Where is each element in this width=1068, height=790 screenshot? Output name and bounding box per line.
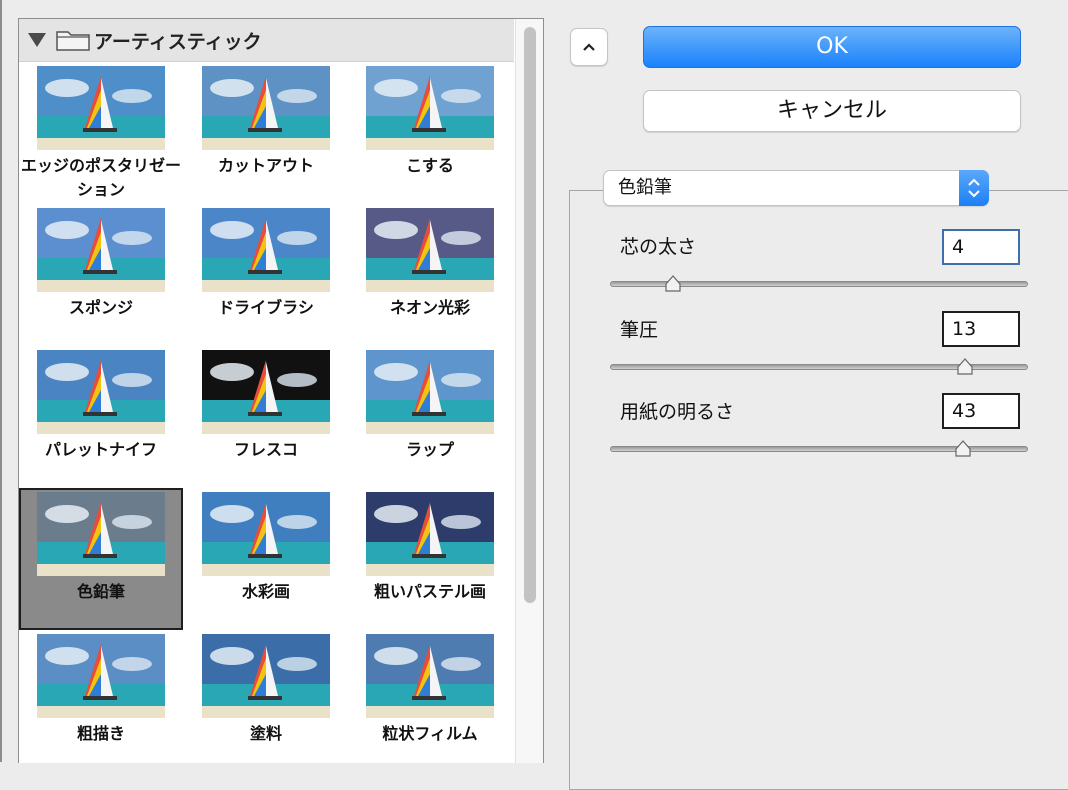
select-arrows-icon (968, 178, 980, 198)
pressure-input[interactable]: 13 (942, 311, 1020, 347)
filter-tile-label: ラップ (405, 440, 454, 459)
pressure-label: 筆圧 (620, 319, 659, 341)
filter-thumbnail-icon (202, 634, 330, 718)
gallery-scrollbar[interactable] (515, 19, 543, 763)
filter-tile-label: 水彩画 (241, 582, 290, 601)
filter-tile[interactable]: フレスコ (184, 346, 348, 488)
filter-tile[interactable]: 粗描き (19, 630, 183, 763)
filter-tile-label: 粒状フィルム (382, 724, 478, 743)
filter-tile-label: 塗料 (249, 724, 282, 743)
disclosure-triangle-icon[interactable] (28, 33, 46, 47)
filter-tile[interactable]: エッジのポスタリゼーション (19, 62, 183, 204)
filter-tile-label: カットアウト (217, 156, 314, 175)
filter-settings-group (569, 190, 1068, 790)
filter-thumbnail-icon (37, 350, 165, 434)
category-label: アーティスティック (94, 30, 262, 53)
filter-tile-label: ドライブラシ (218, 298, 314, 317)
select-stepper[interactable] (959, 170, 989, 206)
filter-tile[interactable]: 色鉛筆 (19, 488, 183, 630)
filter-tile[interactable]: 水彩画 (184, 488, 348, 630)
filter-tile[interactable]: ネオン光彩 (348, 204, 512, 346)
filter-tile[interactable]: カットアウト (184, 62, 348, 204)
collapse-gallery-button[interactable] (570, 28, 608, 66)
brush-thickness-slider-thumb[interactable] (664, 275, 682, 293)
filter-select[interactable]: 色鉛筆 (603, 170, 989, 206)
filter-thumbnail-icon (37, 208, 165, 292)
paper-brightness-slider-thumb[interactable] (954, 440, 972, 458)
chevron-up-icon (583, 43, 595, 51)
filter-thumbnail-icon (37, 66, 165, 150)
filter-tile-label: こする (406, 156, 454, 175)
filter-thumbnail-icon (366, 350, 494, 434)
filter-thumbnail-icon (202, 208, 330, 292)
paper-brightness-input[interactable]: 43 (942, 393, 1020, 429)
filter-thumbnail-icon (202, 350, 330, 434)
filter-thumbnail-icon (37, 492, 165, 576)
filter-tile[interactable]: 塗料 (184, 630, 348, 763)
filter-thumbnail-icon (202, 492, 330, 576)
paper-brightness-label: 用紙の明るさ (620, 401, 735, 423)
folder-icon (56, 31, 90, 51)
filter-tile-label: 粗いパステル画 (373, 582, 486, 601)
filter-tile[interactable]: 粒状フィルム (348, 630, 512, 763)
filter-tile-label: エッジのポスタリゼーション (20, 156, 181, 199)
filter-tile[interactable]: パレットナイフ (19, 346, 183, 488)
cancel-button[interactable]: キャンセル (643, 90, 1021, 132)
filter-select-value: 色鉛筆 (618, 177, 672, 198)
filter-gallery: アーティスティック エッジのポスタリゼーション カットアウト こするスポンジ ドライブ… (18, 18, 544, 763)
ok-button[interactable]: OK (643, 26, 1021, 68)
filter-tile[interactable]: スポンジ (19, 204, 183, 346)
filter-thumbnail-icon (366, 634, 494, 718)
filter-tile[interactable]: こする (348, 62, 512, 204)
filter-tile-label: スポンジ (68, 298, 133, 317)
pressure-slider-thumb[interactable] (956, 358, 974, 376)
category-header[interactable]: アーティスティック (19, 19, 514, 62)
filter-tile[interactable]: 粗いパステル画 (348, 488, 512, 630)
filter-tile-label: パレットナイフ (44, 440, 157, 459)
brush-thickness-label: 芯の太さ (620, 236, 697, 258)
filter-thumbnail-icon (366, 492, 494, 576)
filter-thumbnail-icon (366, 208, 494, 292)
filter-thumbnail-icon (366, 66, 494, 150)
filter-tile[interactable]: ドライブラシ (184, 204, 348, 346)
filter-tile-label: フレスコ (233, 440, 298, 459)
window-edge (0, 0, 2, 762)
filter-tile-label: 色鉛筆 (76, 582, 125, 601)
filter-tile-label: ネオン光彩 (389, 298, 470, 317)
scrollbar-thumb[interactable] (524, 27, 536, 603)
filter-tile-label: 粗描き (76, 724, 125, 743)
filter-tile[interactable]: ラップ (348, 346, 512, 488)
filter-thumbnail-icon (202, 66, 330, 150)
brush-thickness-input[interactable]: 4 (942, 229, 1020, 265)
filter-thumbnail-icon (37, 634, 165, 718)
